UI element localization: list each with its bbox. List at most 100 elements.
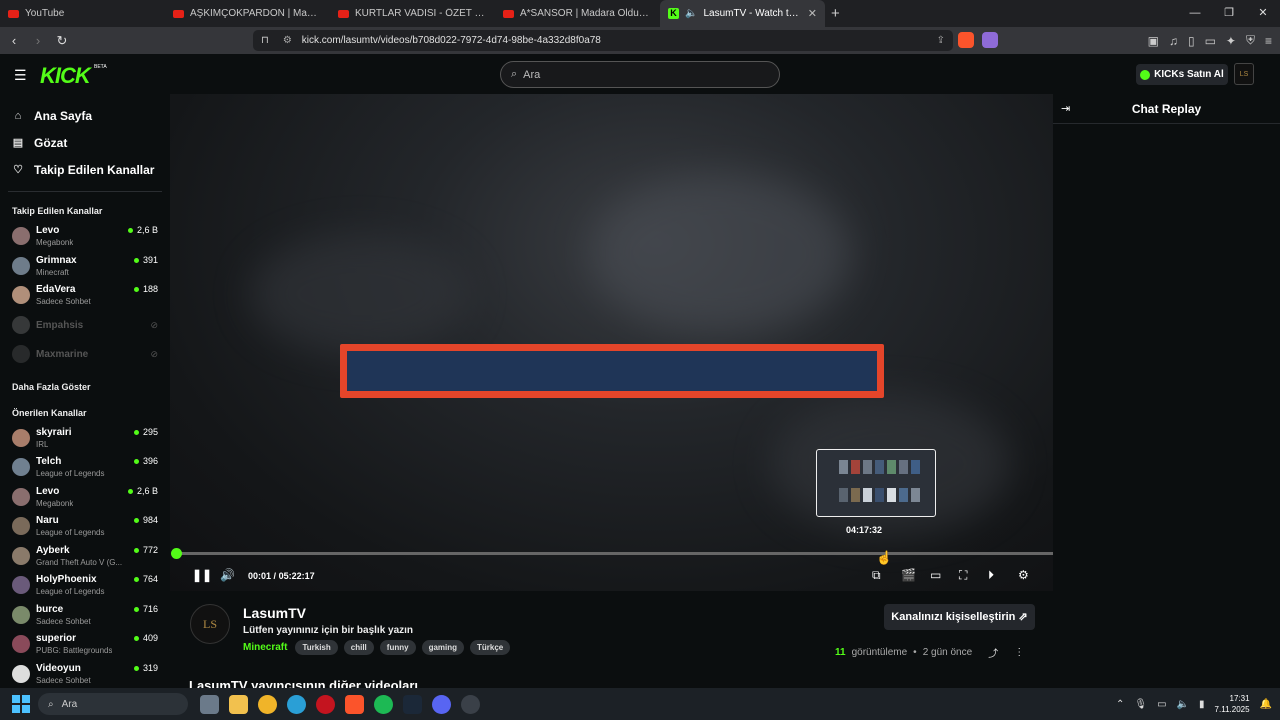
- tag-chip[interactable]: Türkçe: [470, 640, 511, 655]
- tag-chip[interactable]: funny: [379, 640, 416, 655]
- progress-bar[interactable]: [171, 548, 1053, 559]
- steam-icon[interactable]: [403, 694, 422, 714]
- chat-header: Chat Replay ⇥: [1053, 94, 1280, 124]
- share-icon[interactable]: ⤴: [988, 645, 998, 660]
- opera-icon[interactable]: [316, 694, 335, 714]
- sidebar-channel[interactable]: burce Sadece Sohbet 716: [0, 601, 170, 631]
- video-player[interactable]: 04:17:32 ☝ ❚❚ 🔊 00:01 / 05:22:17 ⧉ 🎬 ▭ ⛶…: [170, 94, 1053, 591]
- more-options-icon[interactable]: ⋮: [1014, 647, 1024, 658]
- browser-tab[interactable]: KURTLAR VADİSİ - ÖZET PARODİ - Yo: [330, 0, 495, 27]
- fullscreen-icon[interactable]: ⛶: [959, 568, 967, 583]
- nav-browse[interactable]: ▤ Gözat: [12, 129, 170, 156]
- reader-mode-icon[interactable]: ▣: [1148, 34, 1159, 48]
- battery-icon[interactable]: ▮: [1199, 699, 1205, 710]
- speaker-icon[interactable]: 🔈: [1177, 699, 1189, 710]
- new-tab-button[interactable]: +: [831, 5, 840, 22]
- tag-chip[interactable]: Turkish: [295, 640, 338, 655]
- taskbar-search[interactable]: ⌕ Ara: [38, 693, 188, 715]
- close-window-button[interactable]: ✕: [1246, 0, 1280, 27]
- browser-tab[interactable]: A*SANSOR | Madara Olduk #396 - Yo: [495, 0, 660, 27]
- clock[interactable]: 17:31 7.11.2025: [1215, 693, 1250, 715]
- forward-button[interactable]: ›: [28, 33, 48, 48]
- sidebar-channel[interactable]: Empahsis ⊘: [0, 311, 170, 341]
- spotify-icon[interactable]: [374, 694, 393, 714]
- back-button[interactable]: ‹: [4, 33, 24, 48]
- clip-icon[interactable]: 🎬: [901, 568, 916, 582]
- channel-name[interactable]: LasumTV: [243, 605, 306, 621]
- share-icon[interactable]: ⇪: [937, 35, 945, 46]
- mini-player-icon[interactable]: ⧉: [872, 568, 881, 583]
- buy-kicks-button[interactable]: KICKs Satın Al: [1136, 64, 1228, 85]
- sidebar-channel[interactable]: Levo Megabonk 2,6 B: [0, 483, 170, 513]
- leo-ai-icon[interactable]: ✦: [1226, 34, 1236, 48]
- viewer-count: 396: [134, 456, 158, 466]
- microphone-icon[interactable]: 🎙: [1134, 699, 1147, 710]
- tag-chip[interactable]: gaming: [421, 640, 465, 655]
- sidebar-channel[interactable]: Ayberk Grand Theft Auto V (G... 772: [0, 542, 170, 572]
- nav-home[interactable]: ⌂ Ana Sayfa: [12, 102, 170, 129]
- media-icon[interactable]: ♫: [1169, 34, 1178, 48]
- app-icon[interactable]: [461, 694, 480, 714]
- sidebar-channel[interactable]: EdaVera Sadece Sohbet 188: [0, 281, 170, 311]
- sidebar-channel[interactable]: Maxmarine ⊘: [0, 340, 170, 370]
- kick-logo[interactable]: KICK: [40, 63, 91, 89]
- volume-button[interactable]: 🔊: [220, 568, 235, 582]
- address-bar[interactable]: ⊓ ⚙ kick.com/lasumtv/videos/b708d022-797…: [253, 30, 953, 51]
- channel-avatar[interactable]: LS: [190, 604, 230, 644]
- pause-button[interactable]: ❚❚: [192, 568, 212, 582]
- tab-title: A*SANSOR | Madara Olduk #396 - Yo: [520, 8, 652, 19]
- file-explorer-icon[interactable]: [229, 694, 248, 714]
- channel-category: Minecraft: [36, 267, 69, 277]
- user-avatar[interactable]: LS: [1234, 63, 1254, 85]
- browser-tab[interactable]: YouTube: [0, 0, 165, 27]
- brave-icon[interactable]: [345, 694, 364, 714]
- tray-chevron-icon[interactable]: ⌃: [1116, 699, 1124, 710]
- hamburger-menu-icon[interactable]: ☰: [14, 67, 27, 84]
- notifications-icon[interactable]: 🔔: [1260, 699, 1272, 710]
- chrome-icon[interactable]: [258, 694, 277, 714]
- vpn-icon[interactable]: ⛨: [1246, 33, 1255, 48]
- brave-shields-icon[interactable]: [958, 32, 974, 48]
- youtube-icon: [338, 9, 349, 18]
- task-view-icon[interactable]: [200, 694, 219, 714]
- show-more-link[interactable]: Daha Fazla Göster: [0, 370, 170, 396]
- browser-tab[interactable]: AŞKIMÇOKPARDON | Madara Olduk: [165, 0, 330, 27]
- menu-icon[interactable]: ≡: [1265, 34, 1272, 48]
- minimize-button[interactable]: —: [1178, 0, 1212, 27]
- tag-chip[interactable]: chill: [343, 640, 374, 655]
- collapse-chat-icon[interactable]: ⇥: [1061, 102, 1070, 115]
- channel-name: HolyPhoenix: [36, 574, 97, 585]
- sidebar-icon[interactable]: ▯: [1188, 34, 1195, 48]
- sidebar-channel[interactable]: Grimnax Minecraft 391: [0, 252, 170, 282]
- sidebar-channel[interactable]: skyrairi IRL 295: [0, 424, 170, 454]
- sidebar-channel[interactable]: Videoyun Sadece Sohbet 319: [0, 660, 170, 689]
- progress-knob[interactable]: [171, 548, 182, 559]
- sidebar-channel[interactable]: Levo Megabonk 2,6 B: [0, 222, 170, 252]
- windows-start-icon[interactable]: [12, 695, 30, 713]
- wallet-icon[interactable]: ▭: [1205, 34, 1216, 48]
- category-link[interactable]: Minecraft: [243, 642, 287, 653]
- edge-icon[interactable]: [287, 694, 306, 714]
- site-settings-icon[interactable]: ⚙: [283, 35, 292, 46]
- nav-following[interactable]: ♡ Takip Edilen Kanallar: [12, 156, 170, 183]
- seek-preview-time: 04:17:32: [846, 525, 883, 535]
- browser-tab-active[interactable]: K 🔈 LasumTV - Watch the VOD o ✕: [660, 0, 825, 27]
- close-tab-icon[interactable]: ✕: [808, 7, 817, 20]
- playback-speed-icon[interactable]: ⏵: [988, 568, 994, 583]
- maximize-button[interactable]: ❐: [1212, 0, 1246, 27]
- theater-mode-icon[interactable]: ▭: [930, 568, 941, 582]
- bookmark-icon[interactable]: ⊓: [261, 35, 269, 46]
- settings-gear-icon[interactable]: ⚙: [1018, 568, 1029, 582]
- brave-rewards-icon[interactable]: [982, 32, 998, 48]
- sidebar-channel[interactable]: Telch League of Legends 396: [0, 453, 170, 483]
- sidebar-channel[interactable]: Naru League of Legends 984: [0, 512, 170, 542]
- sidebar-channel[interactable]: HolyPhoenix League of Legends 764: [0, 571, 170, 601]
- viewer-count: 764: [134, 574, 158, 584]
- discord-icon[interactable]: [432, 694, 451, 714]
- search-input[interactable]: ⌕ Ara: [500, 61, 780, 88]
- customize-channel-button[interactable]: Kanalınızı kişiselleştirin ⇗: [884, 604, 1035, 630]
- network-icon[interactable]: ▭: [1157, 699, 1166, 710]
- reload-button[interactable]: ↻: [52, 33, 72, 49]
- channel-name: Videoyun: [36, 662, 81, 674]
- sidebar-channel[interactable]: superior PUBG: Battlegrounds 409: [0, 630, 170, 660]
